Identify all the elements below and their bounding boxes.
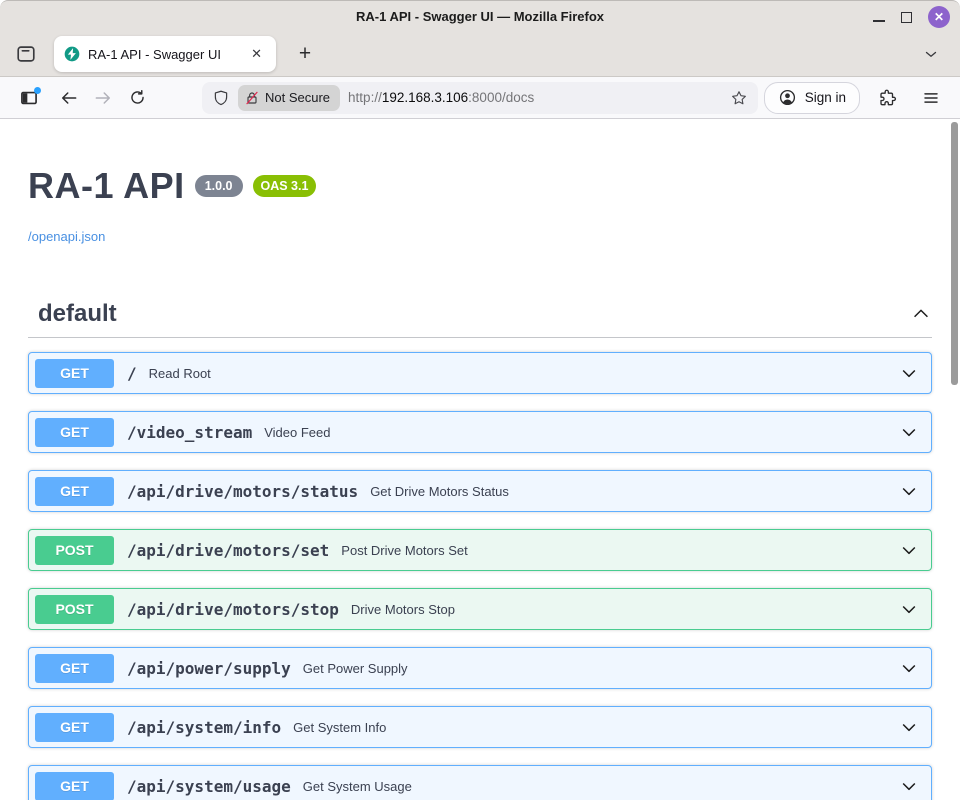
sign-in-button[interactable]: Sign in [764,82,860,114]
menu-hamburger-icon[interactable] [914,82,948,114]
tab-list-chevron-down-icon[interactable] [922,45,940,63]
bookmark-star-icon[interactable] [730,89,748,107]
account-icon [778,88,797,107]
tab-title: RA-1 API - Swagger UI [88,47,247,62]
page-title: RA-1 API [28,165,185,207]
endpoint-path: /api/drive/motors/status [127,482,358,501]
forward-icon[interactable] [86,82,120,114]
chevron-down-icon[interactable] [899,599,919,619]
method-badge: GET [35,477,114,506]
method-badge: GET [35,772,114,800]
chevron-down-icon[interactable] [899,481,919,501]
tab-close-icon[interactable]: ✕ [247,44,266,64]
reload-icon[interactable] [120,82,154,114]
endpoint-summary: Read Root [149,366,899,381]
endpoint-path: /api/system/info [127,718,281,737]
lock-slashed-icon [244,90,260,106]
shield-icon[interactable] [212,89,230,107]
url-path: :8000/docs [468,90,534,105]
endpoint-path: /api/drive/motors/set [127,541,329,560]
version-badge: 1.0.0 [195,175,243,197]
method-badge: POST [35,536,114,565]
window-controls: ✕ [873,1,950,33]
not-secure-badge[interactable]: Not Secure [238,85,340,111]
section-header-default[interactable]: default [28,300,932,328]
endpoint-summary: Post Drive Motors Set [341,543,899,558]
endpoint-summary: Drive Motors Stop [351,602,899,617]
endpoint-row[interactable]: POST /api/drive/motors/set Post Drive Mo… [28,529,932,571]
chevron-down-icon[interactable] [899,658,919,678]
method-badge: GET [35,713,114,742]
endpoint-summary: Get System Info [293,720,899,735]
url-host: 192.168.3.106 [382,90,468,105]
url-scheme: http:// [348,90,382,105]
endpoint-path: / [127,364,137,383]
api-info-section: RA-1 API 1.0.0 OAS 3.1 /openapi.json [0,119,960,246]
endpoint-path: /api/power/supply [127,659,291,678]
openapi-spec-link[interactable]: /openapi.json [28,229,105,244]
endpoint-summary: Get Power Supply [303,661,899,676]
endpoint-row[interactable]: GET /api/power/supply Get Power Supply [28,647,932,689]
endpoint-list: GET / Read Root GET /video_stream Video … [28,352,932,800]
endpoint-row[interactable]: POST /api/drive/motors/stop Drive Motors… [28,588,932,630]
firefox-view-icon[interactable] [10,38,42,70]
chevron-down-icon[interactable] [899,776,919,796]
swagger-page: RA-1 API 1.0.0 OAS 3.1 /openapi.json def… [0,119,960,800]
chevron-up-icon[interactable] [910,303,932,325]
minimize-icon[interactable] [873,20,885,22]
section-title: default [38,300,117,328]
endpoint-row[interactable]: GET /api/system/info Get System Info [28,706,932,748]
section-divider [28,337,932,338]
back-icon[interactable] [52,82,86,114]
navbar-right-cluster: Sign in [764,82,948,114]
page-scrollbar-thumb[interactable] [951,122,958,385]
tab-bar: RA-1 API - Swagger UI ✕ + [0,32,960,77]
notification-dot [34,87,41,94]
endpoint-path: /video_stream [127,423,252,442]
endpoint-row[interactable]: GET /api/system/usage Get System Usage [28,765,932,800]
endpoint-summary: Get System Usage [303,779,899,794]
endpoint-path: /api/drive/motors/stop [127,600,339,619]
method-badge: GET [35,359,114,388]
method-badge: GET [35,654,114,683]
oas-badge: OAS 3.1 [253,175,317,197]
maximize-icon[interactable] [901,12,912,23]
fastapi-favicon-icon [64,46,80,62]
url-text[interactable]: http://192.168.3.106:8000/docs [348,90,722,105]
navigation-toolbar: Not Secure http://192.168.3.106:8000/doc… [0,77,960,119]
url-bar[interactable]: Not Secure http://192.168.3.106:8000/doc… [202,82,758,114]
method-badge: GET [35,418,114,447]
chevron-down-icon[interactable] [899,422,919,442]
window-titlebar[interactable]: RA-1 API - Swagger UI — Mozilla Firefox … [0,0,960,32]
endpoint-row[interactable]: GET /video_stream Video Feed [28,411,932,453]
endpoint-row[interactable]: GET /api/drive/motors/status Get Drive M… [28,470,932,512]
sidebar-toggle-icon[interactable] [12,82,46,114]
endpoint-summary: Video Feed [264,425,899,440]
endpoint-summary: Get Drive Motors Status [370,484,899,499]
not-secure-label: Not Secure [265,90,330,105]
sign-in-label: Sign in [805,90,846,105]
endpoint-row[interactable]: GET / Read Root [28,352,932,394]
chevron-down-icon[interactable] [899,363,919,383]
endpoint-path: /api/system/usage [127,777,291,796]
chevron-down-icon[interactable] [899,540,919,560]
window-title: RA-1 API - Swagger UI — Mozilla Firefox [356,9,604,24]
close-icon[interactable]: ✕ [928,6,950,28]
chevron-down-icon[interactable] [899,717,919,737]
extensions-puzzle-icon[interactable] [870,82,904,114]
method-badge: POST [35,595,114,624]
browser-tab[interactable]: RA-1 API - Swagger UI ✕ [54,36,276,72]
new-tab-button[interactable]: + [290,39,320,69]
